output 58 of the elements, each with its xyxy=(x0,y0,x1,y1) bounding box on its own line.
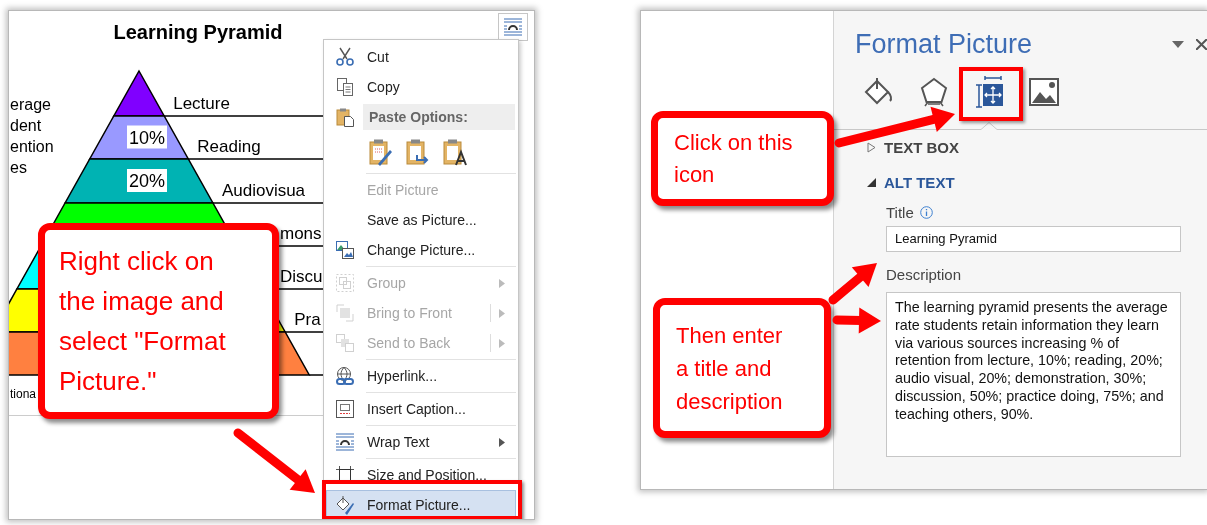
callout-note: Then enter a title and description xyxy=(653,298,831,438)
level-label: Audiovisua xyxy=(221,181,306,200)
globe-link-icon xyxy=(335,366,355,386)
group-icon xyxy=(335,273,355,293)
send-to-back-icon xyxy=(335,333,355,353)
menu-item[interactable]: Insert Caption... xyxy=(326,394,516,424)
level-label: mons xyxy=(280,224,322,243)
field-label: Description xyxy=(886,265,962,283)
submenu-arrow-icon xyxy=(499,278,505,288)
clipboard-brush-icon[interactable] xyxy=(368,138,394,166)
copy-icon xyxy=(335,77,355,97)
layout-options-button[interactable] xyxy=(498,13,528,41)
section-header[interactable]: ALT TEXT xyxy=(834,165,955,200)
expanded-triangle-icon xyxy=(867,178,876,187)
menu-item[interactable]: Wrap Text xyxy=(326,427,516,457)
description-field[interactable]: The learning pyramid presents the average rate students retain information they learn via various sources increasing % of retention from lecture, 10%; reading, 20%; audio visual, 20%; demonstration, 30%; discussion, 50%; practice doing, 75%; and teaching others, 90%. xyxy=(886,292,1181,457)
bring-to-front-icon xyxy=(335,303,355,323)
level-label: Reading xyxy=(197,137,261,156)
menu-section-header: Paste Options: xyxy=(363,104,515,130)
clipboard-text-icon[interactable] xyxy=(442,138,468,166)
callout-note: Right click on the image and select "Format Picture." xyxy=(38,223,279,419)
submenu-arrow-icon xyxy=(499,437,505,447)
level-label: Pra xyxy=(294,310,321,329)
axis-caption: erage dent ention es xyxy=(10,96,54,176)
level-label: Lecture xyxy=(173,94,230,113)
title-field[interactable]: Learning Pyramid xyxy=(886,226,1181,252)
close-icon[interactable] xyxy=(1196,38,1207,50)
menu-item[interactable]: Copy xyxy=(326,72,516,102)
menu-item[interactable]: Hyperlink... xyxy=(326,361,516,391)
menu-item[interactable]: Size and Position... xyxy=(326,460,516,490)
scissors-icon xyxy=(335,47,355,67)
submenu-arrow-icon xyxy=(499,338,505,348)
clipboard-arrow-icon[interactable] xyxy=(405,138,431,166)
clipboard-icon xyxy=(335,107,355,127)
collapsed-triangle-icon xyxy=(867,142,876,153)
pointer-arrow xyxy=(828,263,877,305)
highlight-frame xyxy=(959,67,1023,121)
percent-label: 20% xyxy=(127,169,167,192)
picture-icon xyxy=(1027,75,1061,109)
menu-item[interactable]: Save as Picture... xyxy=(326,205,516,235)
pointer-arrow xyxy=(832,307,881,334)
change-picture-icon xyxy=(335,240,355,260)
footer-text: tiona xyxy=(10,387,37,401)
field-label: Title xyxy=(886,203,914,221)
caption-icon xyxy=(335,399,355,419)
caret-icon[interactable] xyxy=(1172,40,1184,48)
callout-note: Click on this icon xyxy=(651,111,834,206)
menu-item[interactable]: Cut xyxy=(326,42,516,72)
info-icon xyxy=(919,205,933,219)
level-label: Discu xyxy=(280,267,323,286)
wrap-text-icon xyxy=(335,432,355,452)
percent-label: 10% xyxy=(127,125,167,149)
menu-item[interactable]: Change Picture... xyxy=(326,235,516,265)
chart-title: Learning Pyramid xyxy=(113,21,283,43)
pane-title: Format Picture xyxy=(855,28,1034,60)
submenu-arrow-icon xyxy=(499,308,505,318)
paint-brush-icon xyxy=(335,495,355,515)
section-header[interactable]: TEXT BOX xyxy=(834,130,959,165)
